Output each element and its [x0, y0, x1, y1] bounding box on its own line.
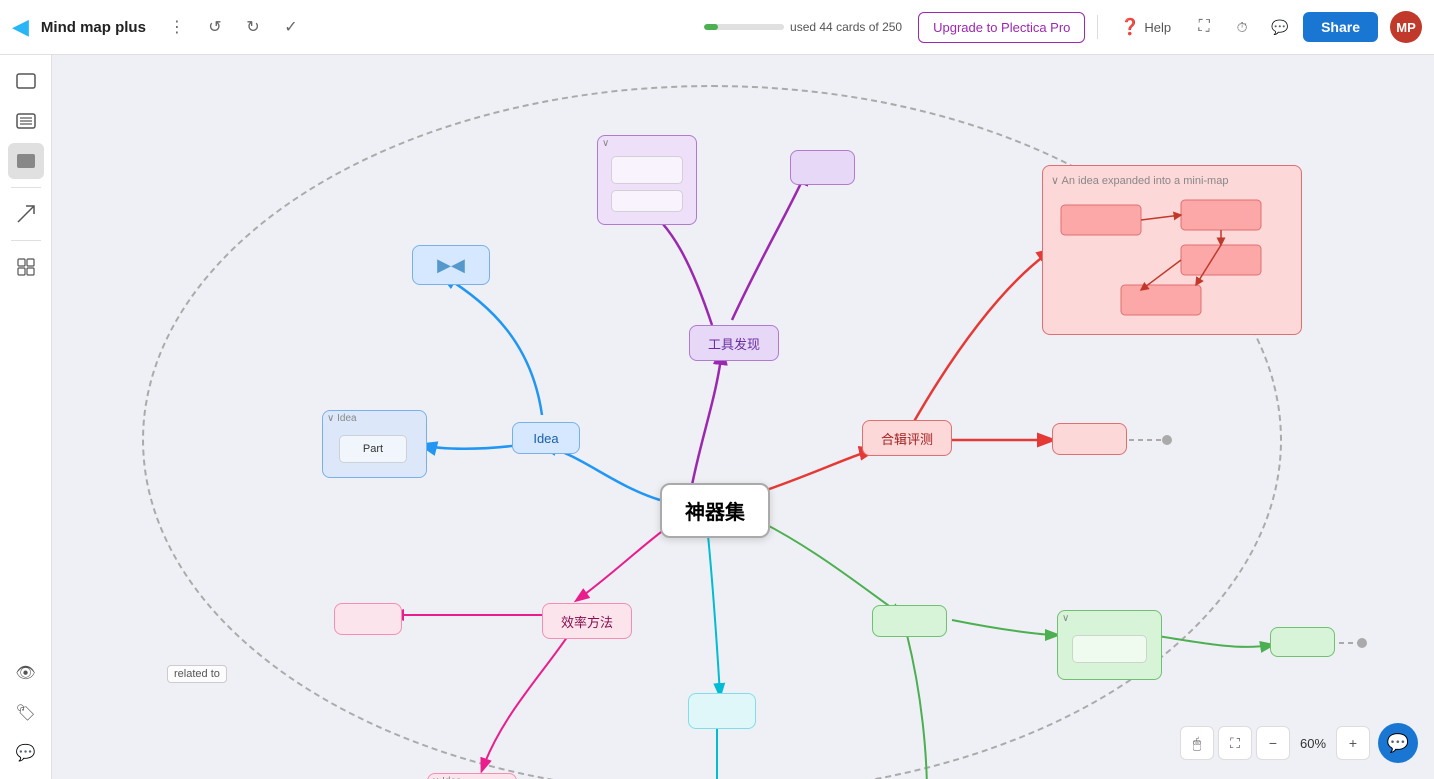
grid-tool-button[interactable] [8, 249, 44, 285]
idea-label: Idea [533, 431, 558, 446]
comments-sidebar-button[interactable]: 💬 [8, 735, 44, 771]
mini-map-title: An idea expanded into a mini-map [1062, 175, 1229, 187]
sidebar-divider [11, 187, 41, 188]
cyan-node[interactable] [688, 693, 756, 729]
upgrade-button[interactable]: Upgrade to Plectica Pro [918, 12, 1085, 43]
top-left-blue-node[interactable]: ▶◀ [412, 245, 490, 285]
fullscreen-control-button[interactable]: ⛶ [1218, 726, 1252, 760]
card-tool-button[interactable] [8, 63, 44, 99]
bottom-controls: 🖱 ⛶ − 60% + 💬 [1180, 723, 1418, 763]
idea3-group[interactable]: ∨ Idea [427, 773, 517, 779]
cards-progress-fill [704, 24, 718, 30]
efficiency-node[interactable]: 效率方法 [542, 603, 632, 639]
redo-button[interactable]: ↻ [238, 12, 268, 42]
green-group-chevron: ∨ [1062, 613, 1069, 624]
list-tool-button[interactable] [8, 103, 44, 139]
center-node[interactable]: 神器集 [660, 483, 770, 538]
fullscreen-button[interactable]: ⛶ [1189, 12, 1219, 42]
sidebar: 👁 🏷 💬 [0, 55, 52, 779]
topbar-divider [1097, 15, 1098, 39]
help-label: Help [1144, 20, 1171, 35]
label-tag: related to [167, 665, 227, 683]
block-tool-button[interactable] [8, 143, 44, 179]
avatar[interactable]: MP [1390, 11, 1422, 43]
help-circle-icon: ❓ [1120, 17, 1140, 37]
center-node-label: 神器集 [685, 496, 745, 525]
arrow-tool-button[interactable] [8, 196, 44, 232]
zoom-out-button[interactable]: − [1256, 726, 1290, 760]
green-node-1[interactable] [872, 605, 947, 637]
part-label: Part [363, 443, 383, 455]
idea-group-left[interactable]: ∨ Idea Part [322, 410, 427, 478]
editor-node[interactable]: 合辑评测 [862, 420, 952, 456]
topbar: ◀ Mind map plus ⋮ ↺ ↻ ✓ used 44 cards of… [0, 0, 1434, 55]
green-right-node[interactable] [1270, 627, 1335, 657]
editor-label: 合辑评测 [881, 429, 933, 448]
tools-label: 工具发现 [708, 334, 760, 353]
sidebar-divider-2 [11, 240, 41, 241]
mini-map-chevron: ∨ [1051, 175, 1062, 187]
idea-group-chevron: ∨ Idea [327, 413, 357, 424]
part-inner-node[interactable]: Part [339, 435, 407, 463]
canvas: 神器集 ▶◀ ∨ Idea Part Idea ∨ 工具发现 [52, 55, 1434, 779]
canvas-inner: 神器集 ▶◀ ∨ Idea Part Idea ∨ 工具发现 [52, 55, 1434, 779]
purple-group-top[interactable]: ∨ [597, 135, 697, 225]
tags-button[interactable]: 🏷 [8, 695, 44, 731]
red-right-node[interactable] [1052, 423, 1127, 455]
menu-button[interactable]: ⋮ [162, 12, 192, 42]
chat-floating-button[interactable]: 💬 [1378, 723, 1418, 763]
help-button[interactable]: ❓ Help [1110, 11, 1181, 43]
green-group[interactable]: ∨ [1057, 610, 1162, 680]
zoom-level: 60% [1294, 736, 1332, 751]
logo-icon: ◀ [12, 14, 29, 40]
cards-text: used 44 cards of 250 [790, 20, 902, 34]
idea-node-center[interactable]: Idea [512, 422, 580, 454]
history-button[interactable]: ⏱ [1227, 12, 1257, 42]
check-button[interactable]: ✓ [276, 12, 306, 42]
cards-indicator: used 44 cards of 250 [704, 20, 902, 34]
efficiency-label: 效率方法 [561, 612, 613, 631]
visibility-button[interactable]: 👁 [8, 655, 44, 691]
share-button[interactable]: Share [1303, 12, 1378, 42]
purple-group-chevron: ∨ [602, 138, 609, 149]
mini-map-svg [1051, 195, 1291, 325]
left-pink-node[interactable] [334, 603, 402, 635]
app-title: Mind map plus [41, 19, 146, 36]
top-right-purple-node[interactable] [790, 150, 855, 185]
undo-button[interactable]: ↺ [200, 12, 230, 42]
label-tag-text: related to [174, 668, 220, 680]
mouse-mode-button[interactable]: 🖱 [1180, 726, 1214, 760]
mini-map-container[interactable]: ∨ An idea expanded into a mini-map [1042, 165, 1302, 335]
arrows-svg [52, 55, 1434, 779]
comment-button[interactable]: 💬 [1265, 12, 1295, 42]
zoom-in-button[interactable]: + [1336, 726, 1370, 760]
tools-node[interactable]: 工具发现 [689, 325, 779, 361]
cards-progress-bar [704, 24, 784, 30]
